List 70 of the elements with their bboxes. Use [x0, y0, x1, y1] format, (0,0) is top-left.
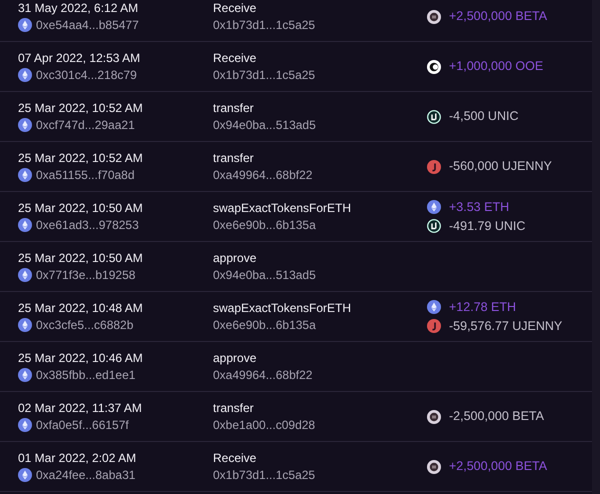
timestamp: 25 Mar 2022, 10:52 AM — [18, 150, 143, 164]
amount: +3.53 ETH — [449, 200, 510, 214]
method-name: approve — [213, 350, 256, 364]
transaction-hash[interactable]: 0xfa0e5f...66157f — [36, 416, 129, 434]
amount: +12.78 ETH — [449, 300, 516, 314]
diamond-coin-icon — [18, 18, 32, 32]
address[interactable]: 0xe6e90b...6b135a — [213, 316, 316, 334]
address[interactable]: 0x1b73d1...1c5a25 — [213, 466, 316, 484]
diamond-coin-icon — [18, 418, 32, 432]
transaction-hash[interactable]: 0xa24fee...8aba31 — [36, 466, 136, 484]
diamond-coin-icon — [427, 300, 441, 314]
method-name: Receive — [213, 50, 256, 64]
address[interactable]: 0x94e0ba...513ad5 — [213, 266, 316, 284]
address[interactable]: 0xa49964...68bf22 — [213, 366, 312, 384]
amount: +1,000,000 OOE — [449, 59, 544, 74]
transaction-hash[interactable]: 0xe54aa4...b85477 — [36, 16, 139, 34]
outlined-coin-icon — [427, 219, 441, 233]
method-name: transfer — [213, 150, 254, 164]
timestamp: 02 Mar 2022, 11:37 AM — [18, 400, 142, 414]
method-name: Receive — [213, 450, 256, 464]
amount: +2,500,000 BETA — [449, 459, 548, 474]
ring-coin-icon — [427, 10, 441, 24]
outlined-coin-icon — [427, 110, 441, 124]
crescent-coin-icon — [427, 60, 441, 74]
timestamp: 25 Mar 2022, 10:50 AM — [18, 250, 143, 264]
diamond-coin-icon — [18, 268, 32, 282]
diamond-coin-icon — [427, 200, 441, 214]
diamond-coin-icon — [18, 468, 32, 482]
timestamp: 25 Mar 2022, 10:52 AM — [18, 100, 143, 114]
ring-coin-icon — [427, 460, 441, 474]
address[interactable]: 0x1b73d1...1c5a25 — [213, 16, 316, 34]
method-name: transfer — [213, 100, 254, 114]
transaction-hash[interactable]: 0xa51155...f70a8d — [36, 166, 135, 184]
address[interactable]: 0x94e0ba...513ad5 — [213, 116, 316, 134]
address[interactable]: 0x1b73d1...1c5a25 — [213, 66, 316, 84]
hook-coin-icon — [427, 160, 441, 174]
transaction-hash[interactable]: 0xe61ad3...978253 — [36, 216, 139, 234]
amount: -59,576.77 UJENNY — [449, 318, 562, 334]
timestamp: 25 Mar 2022, 10:46 AM — [18, 350, 143, 364]
transaction-hash[interactable]: 0xc3cfe5...c6882b — [36, 316, 134, 334]
address[interactable]: 0xa49964...68bf22 — [213, 166, 312, 184]
transaction-hash[interactable]: 0xcf747d...29aa21 — [36, 116, 135, 134]
timestamp: 01 Mar 2022, 2:02 AM — [18, 450, 136, 464]
timestamp: 25 Mar 2022, 10:50 AM — [18, 200, 143, 214]
method-name: swapExactTokensForETH — [213, 200, 352, 214]
diamond-coin-icon — [18, 218, 32, 232]
method-name: transfer — [213, 400, 254, 414]
ring-coin-icon — [427, 410, 441, 424]
diamond-coin-icon — [18, 168, 32, 182]
timestamp: 07 Apr 2022, 12:53 AM — [18, 50, 140, 64]
diamond-coin-icon — [18, 68, 32, 82]
timestamp: 31 May 2022, 6:12 AM — [18, 0, 138, 14]
hook-coin-icon — [427, 319, 441, 333]
address[interactable]: 0xe6e90b...6b135a — [213, 216, 316, 234]
method-name: approve — [213, 250, 256, 264]
method-name: Receive — [213, 0, 256, 14]
amount: -560,000 UJENNY — [449, 159, 552, 174]
address[interactable]: 0xbe1a00...c09d28 — [213, 416, 316, 434]
amount: +2,500,000 BETA — [449, 9, 548, 24]
amount: -4,500 UNIC — [449, 109, 518, 124]
amount: -2,500,000 BETA — [449, 409, 544, 424]
transaction-hash[interactable]: 0x771f3e...b19258 — [36, 266, 136, 284]
diamond-coin-icon — [18, 318, 32, 332]
timestamp: 25 Mar 2022, 10:48 AM — [18, 300, 143, 314]
diamond-coin-icon — [18, 368, 32, 382]
method-name: swapExactTokensForETH — [213, 300, 352, 314]
diamond-coin-icon — [18, 118, 32, 132]
amount: -491.79 UNIC — [449, 218, 526, 234]
transaction-hash[interactable]: 0x385fbb...ed1ee1 — [36, 366, 136, 384]
transaction-hash[interactable]: 0xc301c4...218c79 — [36, 66, 137, 84]
